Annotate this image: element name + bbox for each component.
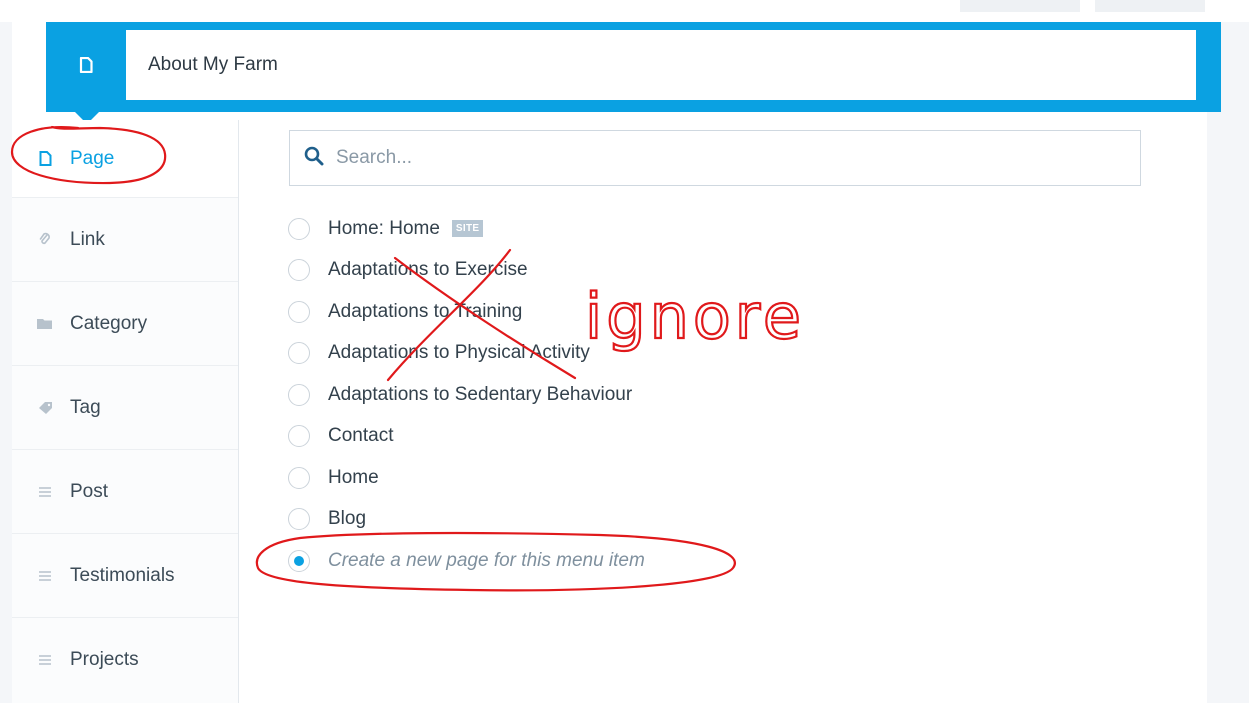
header-bar	[46, 22, 1221, 124]
page-list: Home: Home SITE Adaptations to Exercise …	[288, 208, 988, 582]
list-item[interactable]: Blog	[288, 499, 988, 541]
sidebar-item-link[interactable]: Link	[12, 198, 238, 282]
top-strip	[0, 0, 1249, 22]
sidebar-item-label: Testimonials	[70, 564, 175, 586]
radio-button[interactable]	[288, 466, 310, 489]
sidebar-item-label: Page	[70, 147, 115, 169]
list-item[interactable]: Adaptations to Sedentary Behaviour	[288, 374, 988, 416]
radio-button[interactable]	[288, 508, 310, 531]
background-tab	[960, 0, 1080, 12]
page-label: Adaptations to Training	[328, 300, 523, 322]
list-item[interactable]: Adaptations to Physical Activity	[288, 333, 988, 375]
search-input[interactable]	[334, 146, 1118, 170]
tag-icon	[34, 398, 56, 418]
list-item[interactable]: Contact	[288, 416, 988, 458]
sidebar-item-projects[interactable]: Projects	[12, 618, 238, 702]
radio-button-selected[interactable]	[288, 549, 310, 572]
menu-item-editor-panel: Page Link Category Tag Post	[12, 22, 1221, 703]
page-label: Home: Home	[328, 217, 440, 239]
lines-icon	[34, 566, 56, 586]
sidebar-item-label: Projects	[70, 649, 139, 670]
page-label: Contact	[328, 425, 394, 447]
list-item[interactable]: Adaptations to Exercise	[288, 250, 988, 292]
list-item[interactable]: Home	[288, 457, 988, 499]
sidebar-item-label: Post	[70, 480, 109, 502]
page-label: Create a new page for this menu item	[328, 549, 645, 571]
list-item[interactable]: Home: Home SITE	[288, 208, 988, 250]
type-icon-cell	[46, 22, 126, 124]
page-icon	[34, 149, 56, 169]
menu-item-title-input[interactable]	[126, 30, 1196, 100]
radio-button[interactable]	[288, 425, 310, 448]
sidebar-item-tag[interactable]: Tag	[12, 366, 238, 450]
radio-button[interactable]	[288, 383, 310, 406]
lines-icon	[34, 650, 56, 670]
sidebar-item-post[interactable]: Post	[12, 450, 238, 534]
search-icon	[304, 146, 324, 171]
radio-button[interactable]	[288, 217, 310, 240]
page-label: Adaptations to Sedentary Behaviour	[328, 383, 633, 405]
page-label: Adaptations to Exercise	[328, 259, 528, 281]
type-sidebar: Page Link Category Tag Post Testimonials…	[12, 120, 239, 703]
sidebar-item-testimonials[interactable]: Testimonials	[12, 534, 238, 618]
sidebar-item-page[interactable]: Page	[12, 120, 238, 198]
sidebar-item-category[interactable]: Category	[12, 282, 238, 366]
radio-button[interactable]	[288, 342, 310, 365]
list-item[interactable]: Adaptations to Training	[288, 291, 988, 333]
radio-button[interactable]	[288, 300, 310, 323]
page-label: Adaptations to Physical Activity	[328, 342, 590, 364]
page-icon	[79, 56, 93, 78]
lines-icon	[34, 482, 56, 502]
link-icon	[34, 230, 56, 250]
radio-button[interactable]	[288, 259, 310, 282]
folder-icon	[34, 314, 56, 334]
sidebar-item-label: Category	[70, 312, 148, 334]
background-tab	[1095, 0, 1205, 12]
search-box[interactable]	[289, 130, 1141, 186]
sidebar-item-label: Link	[70, 228, 105, 250]
page-label: Blog	[328, 508, 367, 530]
sidebar-item-label: Tag	[70, 396, 101, 418]
site-badge: SITE	[451, 220, 484, 238]
page-label: Home	[328, 466, 379, 488]
list-item-create-new-page[interactable]: Create a new page for this menu item	[288, 540, 988, 582]
